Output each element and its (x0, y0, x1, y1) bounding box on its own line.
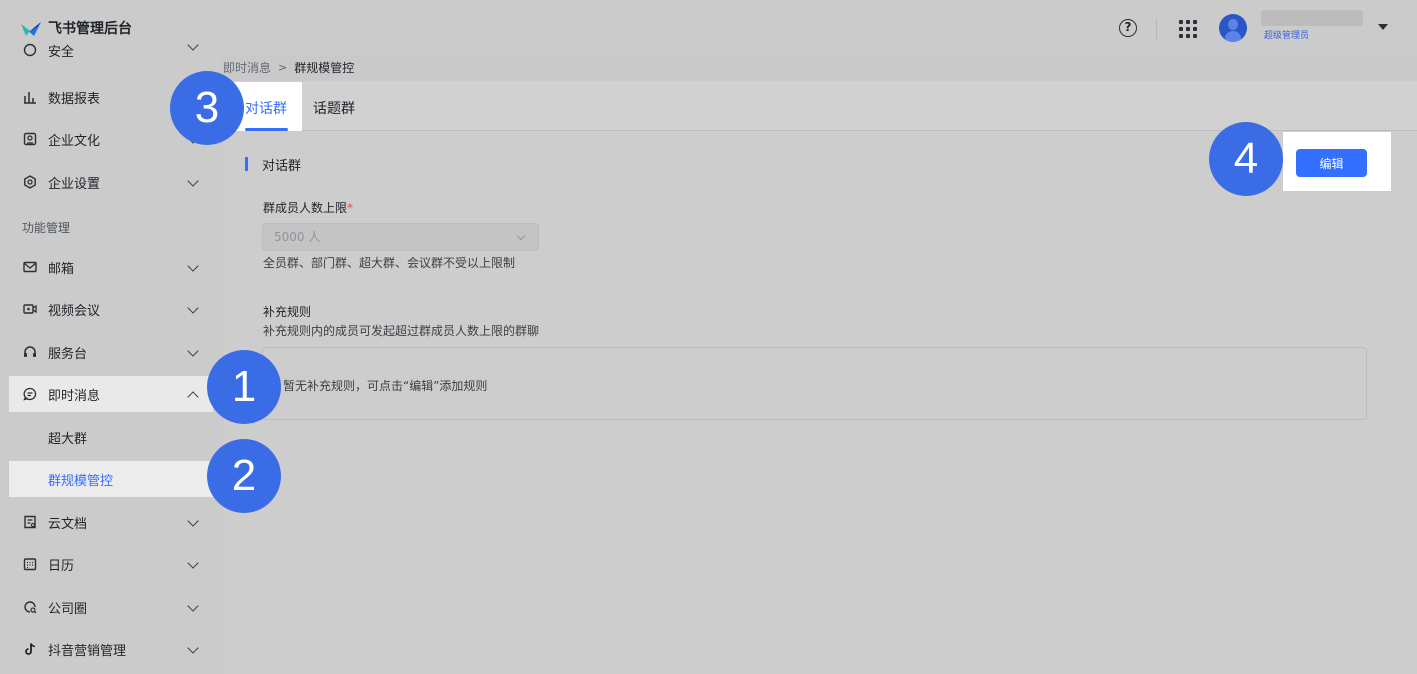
calendar-icon (23, 557, 37, 571)
chat-icon (23, 387, 37, 401)
sidebar-item-label: 邮箱 (48, 261, 75, 277)
step-marker-4: 4 (1209, 122, 1283, 196)
member-limit-label: 群成员人数上限* (263, 199, 353, 216)
sidebar-item-calendar[interactable]: 日历 (9, 546, 213, 582)
chevron-down-icon (187, 345, 199, 357)
user-menu-caret-icon[interactable] (1378, 24, 1388, 30)
chevron-up-icon (187, 391, 199, 403)
apps-grid-icon[interactable] (1179, 20, 1197, 38)
tab-dialog-group[interactable]: 对话群 (245, 98, 287, 118)
chevron-down-icon (187, 260, 199, 272)
sidebar-item-label: 抖音营销管理 (48, 643, 127, 659)
chevron-down-icon (187, 642, 199, 654)
tiktok-icon (23, 642, 37, 656)
breadcrumb-current: 群规模管控 (294, 61, 355, 75)
sidebar-item-label: 企业设置 (48, 176, 101, 192)
sidebar-item-group-size-control[interactable]: 群规模管控 (9, 461, 213, 497)
moments-icon (23, 600, 37, 614)
member-limit-label-text: 群成员人数上限 (263, 201, 348, 215)
user-name-redacted (1261, 10, 1363, 26)
sidebar-item-instant-messaging[interactable]: 即时消息 (9, 376, 213, 412)
breadcrumb: 即时消息 > 群规模管控 (223, 59, 354, 76)
sidebar-item-security[interactable]: 安全 (9, 38, 213, 62)
headset-icon (23, 345, 37, 359)
chevron-down-icon (187, 600, 199, 612)
bar-chart-icon (23, 90, 37, 104)
shield-icon (23, 43, 37, 57)
member-limit-value: 5000 人 (274, 230, 321, 244)
rules-title: 补充规则 (263, 305, 312, 319)
step-marker-2: 2 (207, 439, 281, 513)
avatar[interactable] (1219, 14, 1247, 42)
section-accent-bar (245, 157, 248, 171)
mail-icon (23, 260, 37, 274)
sidebar-item-docs[interactable]: 云文档 (9, 504, 213, 540)
app-logo[interactable]: 飞书管理后台 (20, 18, 132, 38)
rules-empty-text: 暂无补充规则，可点击“编辑”添加规则 (283, 379, 488, 393)
chevron-right-icon: > (278, 61, 288, 74)
feishu-logo-icon (21, 22, 41, 36)
sidebar-item-label: 视频会议 (48, 303, 101, 319)
document-icon (23, 515, 37, 529)
divider (1156, 18, 1157, 40)
sidebar-item-douyin-marketing[interactable]: 抖音营销管理 (9, 631, 213, 667)
user-role: 超级管理员 (1264, 31, 1310, 41)
tab-underline (245, 128, 288, 131)
sidebar-item-super-group[interactable]: 超大群 (9, 419, 213, 455)
sidebar-section-title: 功能管理 (22, 221, 71, 235)
chevron-down-icon (187, 515, 199, 527)
sidebar-item-help-desk[interactable]: 服务台 (9, 334, 213, 370)
required-mark: * (347, 201, 354, 215)
rules-description: 补充规则内的成员可发起超过群成员人数上限的群聊 (263, 324, 540, 338)
chevron-down-icon (187, 175, 199, 187)
member-limit-note: 全员群、部门群、超大群、会议群不受以上限制 (263, 256, 516, 270)
member-limit-select[interactable]: 5000 人 (262, 223, 539, 251)
tab-topic-group[interactable]: 话题群 (313, 98, 355, 118)
video-icon (23, 302, 37, 316)
sidebar-item-label: 即时消息 (48, 388, 101, 404)
sidebar-item-label: 服务台 (48, 346, 88, 362)
chevron-down-icon (187, 302, 199, 314)
app-title: 飞书管理后台 (48, 21, 132, 37)
sidebar-item-label: 公司圈 (48, 601, 88, 617)
sidebar-item-label: 超大群 (48, 431, 88, 447)
sidebar-item-label: 数据报表 (48, 91, 101, 107)
sidebar-item-moments[interactable]: 公司圈 (9, 589, 213, 625)
sidebar-item-label: 企业文化 (48, 133, 101, 149)
help-icon[interactable]: ? (1119, 19, 1137, 37)
sidebar-item-label: 安全 (48, 44, 75, 60)
sidebar-item-mail[interactable]: 邮箱 (9, 249, 213, 285)
sidebar-item-company-settings[interactable]: 企业设置 (9, 164, 213, 200)
step-marker-3: 3 (170, 71, 244, 145)
breadcrumb-parent[interactable]: 即时消息 (223, 59, 271, 76)
section-heading: 对话群 (262, 159, 302, 174)
settings-icon (23, 175, 37, 189)
chevron-down-icon (187, 39, 199, 51)
culture-icon (23, 132, 37, 146)
edit-button[interactable]: 编辑 (1296, 149, 1367, 177)
sidebar-item-label: 群规模管控 (48, 473, 114, 489)
sidebar-item-video-meeting[interactable]: 视频会议 (9, 291, 213, 327)
sidebar-item-label: 日历 (48, 558, 75, 574)
sidebar-item-label: 云文档 (48, 516, 88, 532)
chevron-down-icon (516, 231, 526, 241)
step-marker-1: 1 (207, 350, 281, 424)
chevron-down-icon (187, 557, 199, 569)
